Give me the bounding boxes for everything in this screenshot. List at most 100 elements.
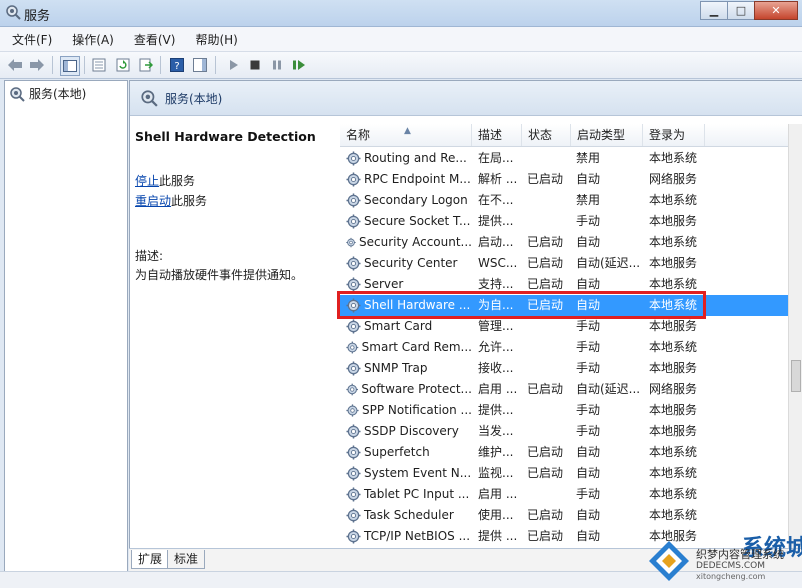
service-startup-type: 自动 xyxy=(576,529,601,543)
service-logon-as: 本地服务 xyxy=(649,424,698,438)
service-details-panel: Shell Hardware Detection 停止此服务 重启动此服务 描述… xyxy=(135,129,335,282)
service-name: Superfetch xyxy=(346,442,472,463)
column-header-logon-as[interactable]: 登录为 xyxy=(643,124,705,146)
service-row[interactable]: Routing and Re... 在局... 禁用 本地系统 xyxy=(340,148,788,169)
description-text: 为自动播放硬件事件提供通知。 xyxy=(135,268,304,282)
stop-service-button[interactable] xyxy=(246,56,264,74)
start-service-button[interactable] xyxy=(224,56,242,74)
back-button[interactable] xyxy=(6,56,24,74)
service-startup-type: 手动 xyxy=(576,340,601,354)
service-description: WSC... xyxy=(478,256,518,270)
service-row[interactable]: Server 支持... 已启动 自动 本地系统 xyxy=(340,274,788,295)
title-bar: 服务 ▁ □ ✕ xyxy=(0,0,802,27)
close-icon: ✕ xyxy=(771,4,781,17)
menu-file[interactable]: 文件(F) xyxy=(4,31,60,48)
menu-help[interactable]: 帮助(H) xyxy=(187,31,245,48)
maximize-button[interactable]: □ xyxy=(727,1,755,20)
pause-service-button[interactable] xyxy=(268,56,286,74)
sort-ascending-icon: ▲ xyxy=(404,126,411,136)
service-row[interactable]: Security Center WSC... 已启动 自动(延迟... 本地服务 xyxy=(340,253,788,274)
service-row[interactable]: Secondary Logon 在不... 禁用 本地系统 xyxy=(340,190,788,211)
service-gear-icon xyxy=(346,151,361,166)
service-status xyxy=(527,337,571,358)
console-tree: 服务(本地) xyxy=(4,80,128,572)
service-name: SNMP Trap xyxy=(346,358,472,379)
service-row[interactable]: Superfetch 维护... 已启动 自动 本地系统 xyxy=(340,442,788,463)
service-logon-as: 本地系统 xyxy=(649,340,698,354)
service-row[interactable]: SNMP Trap 接收... 手动 本地服务 xyxy=(340,358,788,379)
help-button[interactable]: ? xyxy=(168,56,186,74)
service-row[interactable]: SSDP Discovery 当发... 手动 本地服务 xyxy=(340,421,788,442)
service-startup-type: 自动 xyxy=(576,172,601,186)
pane-header-title: 服务(本地) xyxy=(165,92,223,106)
column-header-name[interactable]: 名称 ▲ xyxy=(340,124,472,146)
column-header-startup-type[interactable]: 启动类型 xyxy=(571,124,643,146)
service-row[interactable]: Software Protect... 启用 ... 已启动 自动(延迟... 网络服务 xyxy=(340,379,788,400)
menu-bar: 文件(F) 操作(A) 查看(V) 帮助(H) xyxy=(0,27,802,52)
watermark-line2: DEDECMS.COM xyxy=(696,561,765,571)
stop-service-link[interactable]: 停止 xyxy=(135,174,159,188)
service-name: Secure Socket T... xyxy=(346,211,472,232)
show-action-pane-button[interactable] xyxy=(191,56,209,74)
column-header-description[interactable]: 描述 xyxy=(472,124,522,146)
service-startup-type: 手动 xyxy=(576,214,601,228)
service-row[interactable]: Task Scheduler 使用... 已启动 自动 本地系统 xyxy=(340,505,788,526)
service-description: 维护... xyxy=(478,445,514,459)
show-console-tree-button[interactable] xyxy=(60,56,80,76)
service-row[interactable]: Tablet PC Input ... 启用 ... 手动 本地系统 xyxy=(340,484,788,505)
restart-service-link[interactable]: 重启动 xyxy=(135,194,171,208)
service-row[interactable]: SPP Notification ... 提供... 手动 本地服务 xyxy=(340,400,788,421)
service-status: 已启动 xyxy=(527,382,564,396)
close-button[interactable]: ✕ xyxy=(754,1,798,20)
restart-service-button[interactable] xyxy=(290,56,308,74)
service-startup-type: 自动(延迟... xyxy=(576,256,640,270)
restart-icon xyxy=(293,60,305,70)
service-name: Smart Card xyxy=(346,316,472,337)
refresh-button[interactable] xyxy=(114,56,132,74)
column-header-status[interactable]: 状态 xyxy=(522,124,571,146)
service-startup-type: 自动 xyxy=(576,466,601,480)
service-row[interactable]: Secure Socket T... 提供... 手动 本地服务 xyxy=(340,211,788,232)
service-startup-type: 手动 xyxy=(576,319,601,333)
service-row[interactable]: Smart Card Rem... 允许... 手动 本地系统 xyxy=(340,337,788,358)
service-row[interactable]: Shell Hardware ... 为自... 已启动 自动 本地系统 xyxy=(340,295,788,316)
service-startup-type: 手动 xyxy=(576,403,601,417)
service-startup-type: 自动 xyxy=(576,445,601,459)
service-logon-as: 本地服务 xyxy=(649,214,698,228)
service-row[interactable]: Smart Card 管理... 手动 本地服务 xyxy=(340,316,788,337)
menu-action[interactable]: 操作(A) xyxy=(64,31,122,48)
tab-standard[interactable]: 标准 xyxy=(167,550,206,569)
service-description: 为自... xyxy=(478,298,514,312)
service-row[interactable]: RPC Endpoint M... 解析 ... 已启动 自动 网络服务 xyxy=(340,169,788,190)
watermark-logo-icon xyxy=(649,541,689,581)
properties-button[interactable] xyxy=(90,56,108,74)
service-gear-icon xyxy=(346,172,361,187)
service-name-text: System Event N... xyxy=(364,466,472,480)
service-name: Software Protect... xyxy=(346,379,472,400)
service-description: 提供... xyxy=(478,403,514,417)
service-name-text: SSDP Discovery xyxy=(364,424,459,438)
service-name-text: Software Protect... xyxy=(361,382,472,396)
forward-button[interactable] xyxy=(28,56,46,74)
service-description: 监视... xyxy=(478,466,514,480)
service-name-text: RPC Endpoint M... xyxy=(364,172,471,186)
vertical-scrollbar[interactable] xyxy=(788,124,802,550)
service-description: 支持... xyxy=(478,277,514,291)
service-startup-type: 禁用 xyxy=(576,193,601,207)
scrollbar-thumb[interactable] xyxy=(791,360,801,392)
minimize-button[interactable]: ▁ xyxy=(700,1,728,20)
service-startup-type: 手动 xyxy=(576,424,601,438)
service-row[interactable]: System Event N... 监视... 已启动 自动 本地系统 xyxy=(340,463,788,484)
service-gear-icon xyxy=(346,341,359,354)
service-name-text: Secondary Logon xyxy=(364,193,468,207)
service-description: 提供... xyxy=(478,214,514,228)
tab-extended[interactable]: 扩展 xyxy=(131,550,170,569)
services-list: 名称 ▲ 描述 状态 启动类型 登录为 Routing and Re... 在局.… xyxy=(340,124,788,550)
menu-view[interactable]: 查看(V) xyxy=(126,31,184,48)
tree-item-services-local[interactable]: 服务(本地) xyxy=(9,85,86,102)
export-list-button[interactable] xyxy=(137,56,155,74)
service-gear-icon xyxy=(346,256,361,271)
service-gear-icon xyxy=(346,193,361,208)
service-row[interactable]: Security Account... 启动... 已启动 自动 本地系统 xyxy=(340,232,788,253)
service-gear-icon xyxy=(346,361,361,376)
